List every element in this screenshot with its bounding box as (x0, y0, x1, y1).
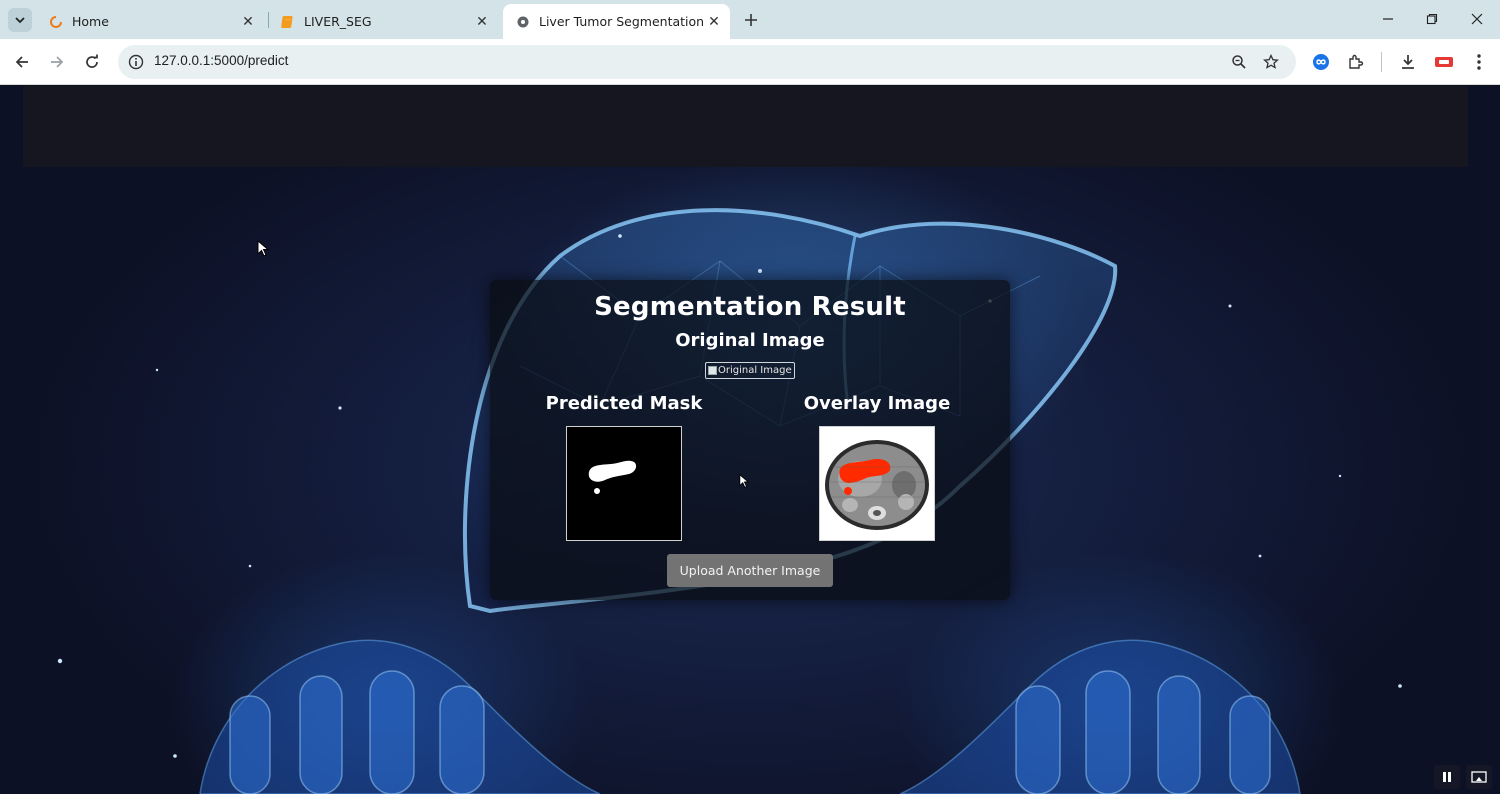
tab-search-button[interactable] (8, 8, 32, 32)
loading-ring-icon (48, 14, 64, 30)
forward-button[interactable] (43, 48, 71, 76)
back-button[interactable] (8, 48, 36, 76)
site-info-icon[interactable] (124, 50, 148, 74)
page-title: Segmentation Result (594, 292, 906, 322)
pause-button[interactable] (1434, 765, 1460, 789)
predicted-mask-image (566, 426, 682, 541)
restore-icon (1426, 13, 1438, 25)
close-icon[interactable]: ✕ (704, 12, 724, 32)
tab-liver-seg[interactable]: LIVER_SEG ✕ (268, 4, 498, 39)
picture-in-picture-icon (1471, 771, 1487, 783)
predicted-mask-heading: Predicted Mask (545, 393, 703, 414)
tab-title: Home (72, 14, 109, 29)
close-icon[interactable]: ✕ (238, 12, 258, 32)
mouse-cursor-icon (739, 474, 749, 488)
address-bar[interactable]: 127.0.0.1:5000/predict (118, 45, 1296, 79)
picture-in-picture-button[interactable] (1466, 765, 1492, 789)
mask-shape (588, 460, 637, 494)
arrow-left-icon (15, 56, 28, 68)
overlay-image-heading: Overlay Image (803, 393, 951, 414)
url-text: 127.0.0.1:5000/predict (154, 53, 289, 68)
toolbar-divider (1381, 52, 1382, 72)
more-menu-icon[interactable] (1466, 49, 1492, 75)
zoom-icon[interactable] (1227, 50, 1251, 74)
original-image-heading: Original Image (675, 330, 825, 351)
tab-strip: Home ✕ LIVER_SEG ✕ Liver Tumor Segmentat… (0, 0, 1500, 39)
extension-infinity-icon[interactable] (1308, 49, 1334, 75)
original-image-alt-text: Original Image (718, 365, 792, 376)
notebook-icon (280, 14, 296, 30)
page-content: Segmentation Result Original Image Origi… (0, 86, 1500, 794)
restore-button[interactable] (1410, 6, 1454, 32)
result-card: Segmentation Result Original Image Origi… (490, 280, 1010, 600)
download-icon[interactable] (1395, 49, 1421, 75)
tab-home[interactable]: Home ✕ (36, 4, 264, 39)
minimize-icon (1383, 18, 1393, 20)
minimize-button[interactable] (1366, 6, 1410, 32)
ct-scan-overlay (820, 427, 934, 540)
mouse-cursor-icon (257, 240, 269, 257)
window-close-button[interactable] (1455, 6, 1499, 32)
tab-title: LIVER_SEG (304, 14, 372, 29)
close-icon (1471, 13, 1483, 25)
plus-icon (745, 14, 757, 26)
original-image-broken: Original Image (705, 362, 795, 379)
new-tab-button[interactable] (740, 9, 762, 31)
arrow-right-icon (51, 56, 64, 68)
pause-icon (1443, 772, 1451, 782)
tab-title: Liver Tumor Segmentation (539, 14, 704, 29)
chevron-down-icon (15, 17, 25, 24)
upload-another-image-button[interactable]: Upload Another Image (667, 554, 833, 587)
overlay-image (819, 426, 935, 541)
browser-toolbar: 127.0.0.1:5000/predict (0, 39, 1500, 85)
broken-image-icon (708, 366, 717, 375)
recording-extension-icon[interactable] (1431, 49, 1457, 75)
close-icon[interactable]: ✕ (472, 12, 492, 32)
reload-icon (86, 54, 98, 68)
tab-liver-tumor-segmentation[interactable]: Liver Tumor Segmentation ✕ (503, 4, 730, 39)
reload-button[interactable] (78, 48, 106, 76)
globe-icon (515, 14, 531, 30)
extensions-puzzle-icon[interactable] (1343, 49, 1369, 75)
bookmark-star-icon[interactable] (1259, 50, 1283, 74)
